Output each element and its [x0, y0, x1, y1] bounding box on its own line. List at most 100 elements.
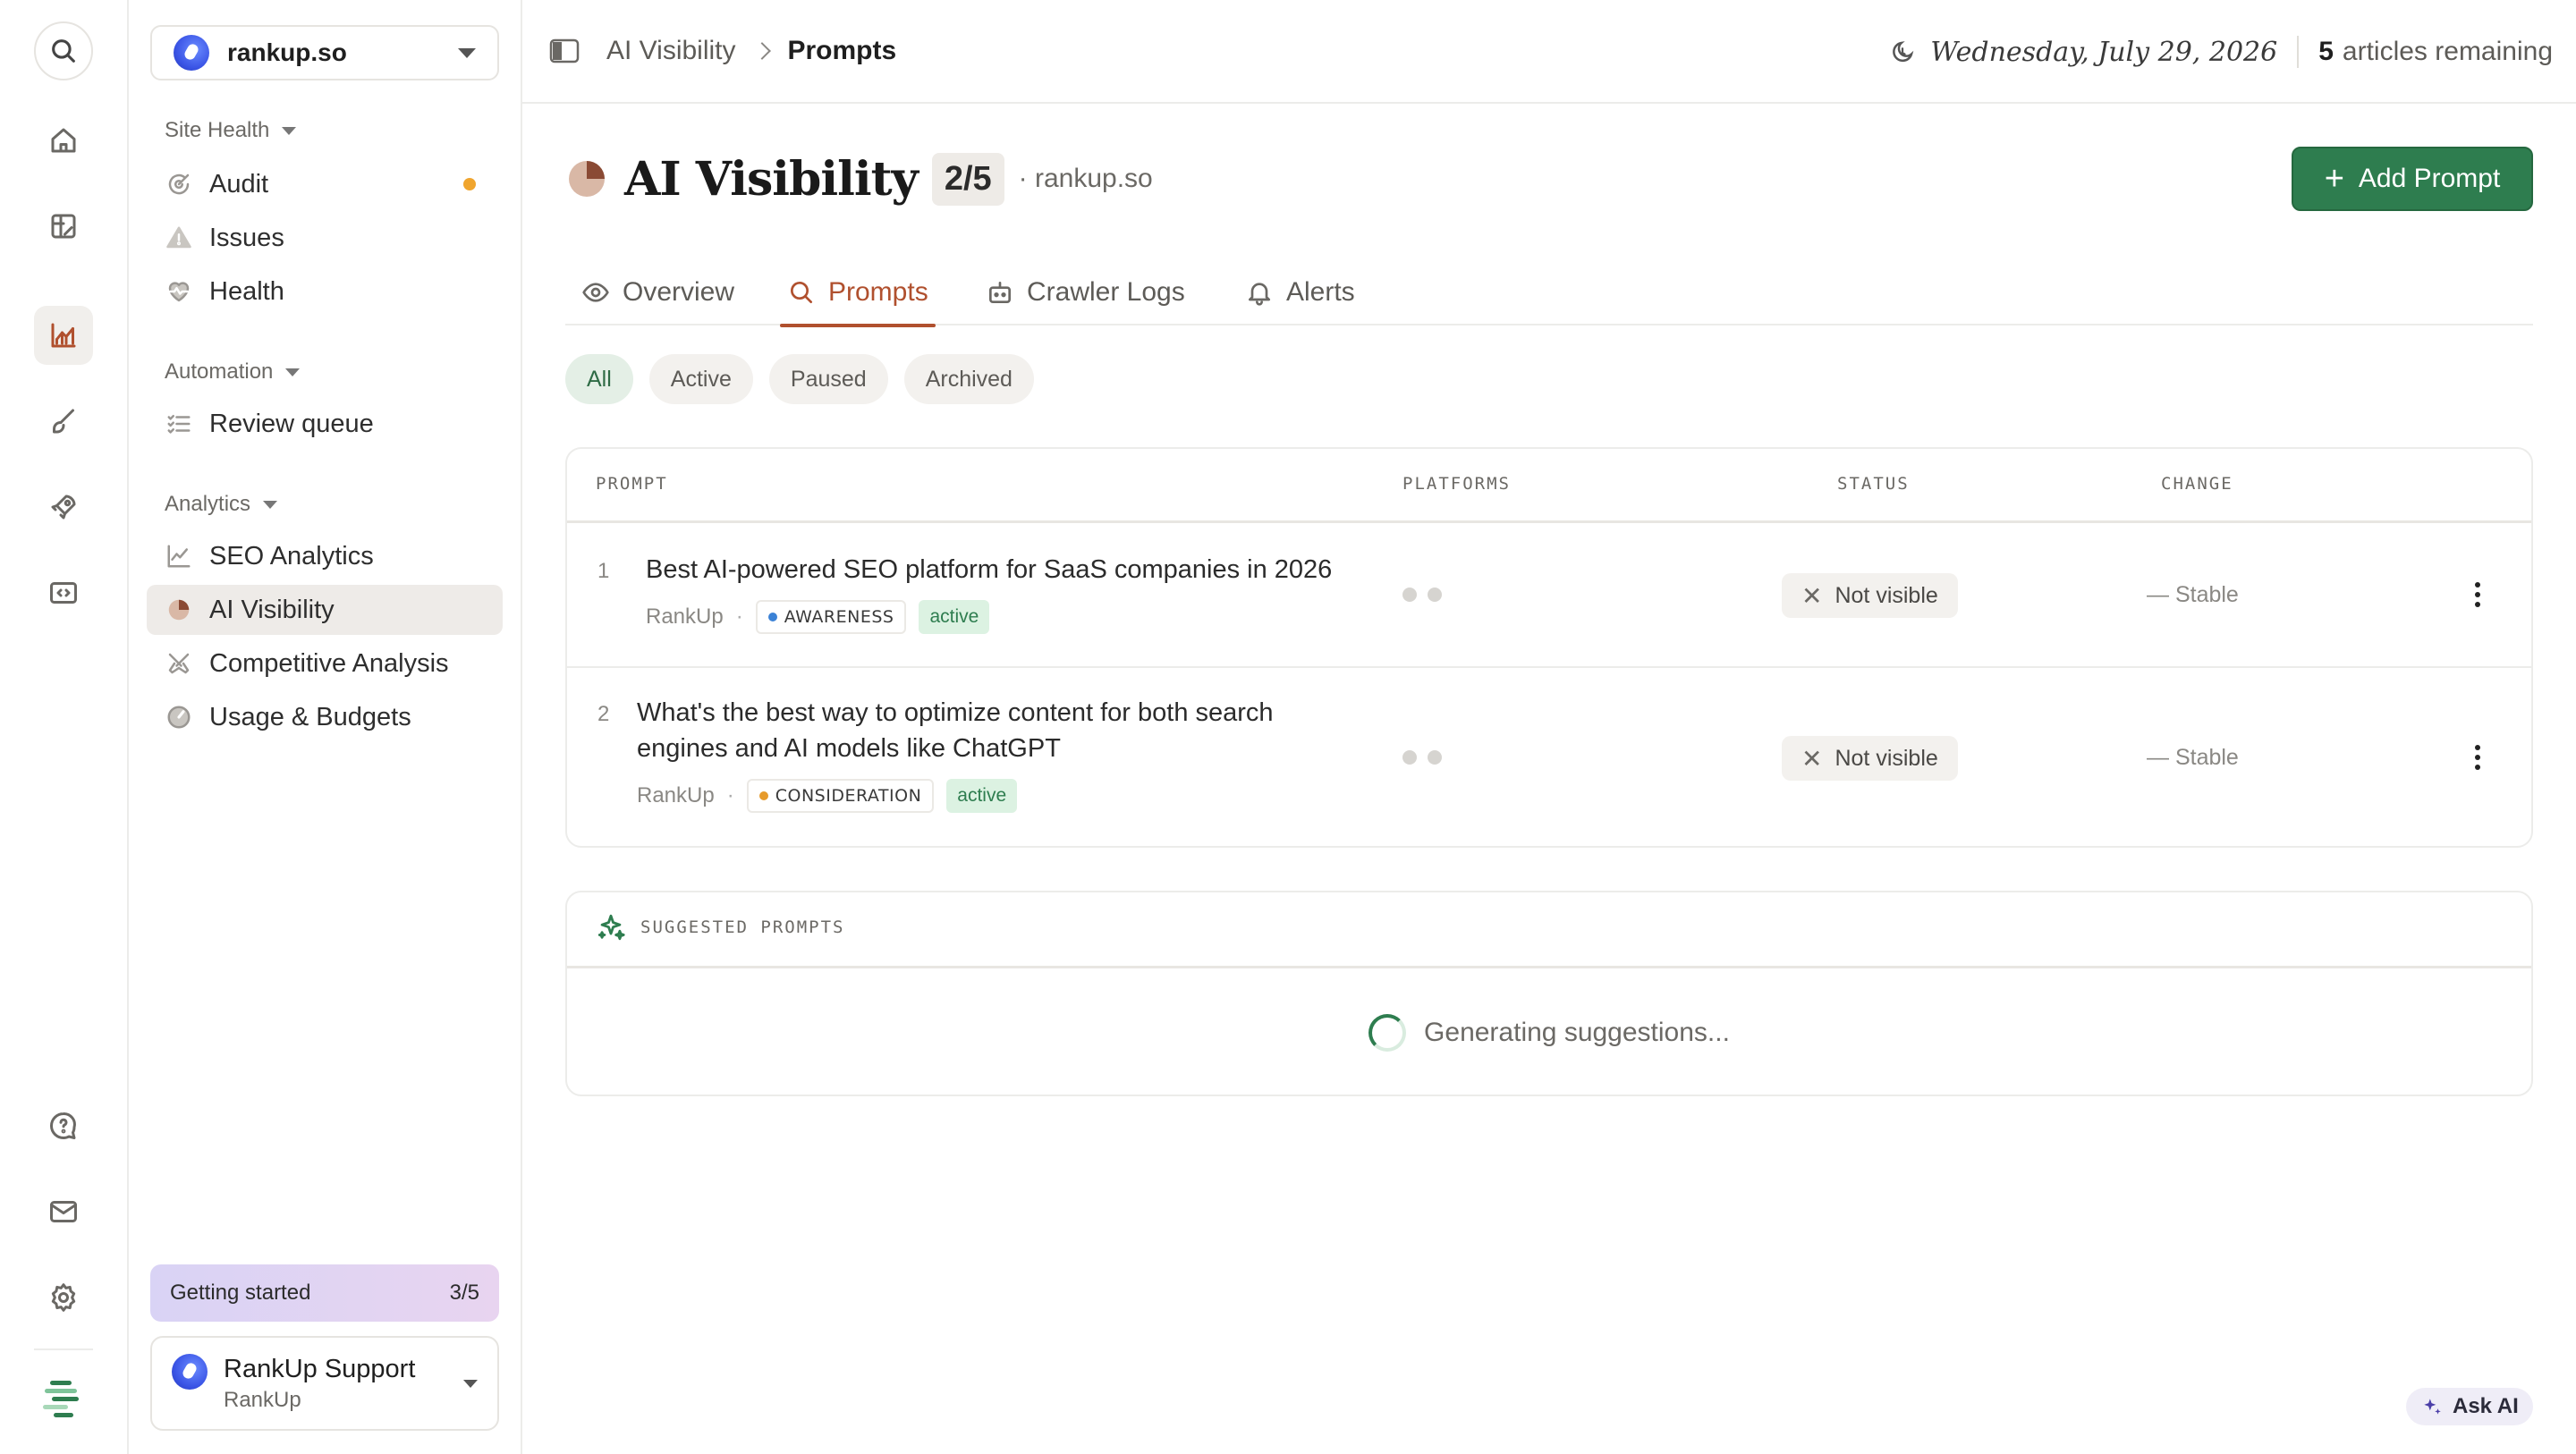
swords-icon — [165, 649, 193, 678]
pie-icon — [569, 161, 605, 197]
plus-icon: + — [2324, 160, 2344, 198]
eye-icon — [582, 283, 609, 302]
section-site-health[interactable]: Site Health — [165, 118, 297, 143]
sidebar-item-ai-visibility[interactable]: AI Visibility — [147, 585, 503, 635]
change-value: — Stable — [2147, 745, 2239, 770]
section-automation[interactable]: Automation — [165, 359, 301, 385]
close-icon: ✕ — [1801, 744, 1823, 773]
platform-dot — [1402, 588, 1417, 602]
funnel-stage-tag: CONSIDERATION — [746, 779, 935, 813]
gauge-icon — [165, 703, 193, 731]
articles-label: articles remaining — [2342, 37, 2553, 66]
rail-search-button[interactable] — [34, 21, 93, 80]
user-name: RankUp Support — [224, 1354, 416, 1383]
funnel-stage-tag: AWARENESS — [755, 600, 907, 634]
chevron-down-icon — [458, 47, 476, 58]
prompt-meta: RankUp · AWARENESS active — [646, 600, 990, 634]
content-icon — [51, 214, 76, 239]
rail-analytics-button[interactable] — [34, 306, 93, 365]
sidebar-item-label: Competitive Analysis — [209, 648, 449, 678]
stage-dot — [767, 613, 777, 621]
filter-paused[interactable]: Paused — [768, 354, 888, 404]
table-row[interactable]: 2 What's the best way to optimize conten… — [567, 668, 2531, 847]
rail-embed-button[interactable] — [34, 563, 93, 622]
sidebar-item-usage-budgets[interactable]: Usage & Budgets — [147, 692, 503, 742]
breadcrumb-item[interactable]: AI Visibility — [606, 36, 736, 66]
filter-archived[interactable]: Archived — [903, 354, 1034, 404]
stage-label: AWARENESS — [784, 607, 894, 627]
getting-started-card[interactable]: Getting started 3/5 — [150, 1264, 499, 1322]
row-menu-icon[interactable] — [2469, 577, 2487, 613]
site-logo — [174, 35, 209, 71]
chevron-down-icon — [263, 500, 278, 509]
platform-indicators — [1402, 588, 1442, 602]
rail-divider — [34, 1348, 93, 1350]
rail-mail-button[interactable] — [34, 1182, 93, 1241]
rail-help-button[interactable] — [34, 1096, 93, 1155]
prompt-quota-badge: 2/5 — [931, 152, 1004, 206]
robot-icon — [989, 282, 1011, 303]
suggested-prompts-panel: SUGGESTED PROMPTS Generating suggestions… — [565, 891, 2533, 1096]
platform-dot — [1428, 588, 1442, 602]
divider — [2297, 36, 2300, 68]
chevron-right-icon — [752, 42, 771, 60]
page-title: AI Visibility — [624, 151, 919, 207]
moon-clock-icon — [1893, 41, 1914, 63]
sidebar-item-competitive-analysis[interactable]: Competitive Analysis — [147, 638, 503, 689]
state-badge: active — [919, 600, 990, 634]
sidebar-item-seo-analytics[interactable]: SEO Analytics — [147, 531, 503, 581]
search-icon — [791, 282, 812, 303]
sparkles-icon — [2424, 1399, 2441, 1415]
rail-launch-button[interactable] — [34, 478, 93, 537]
line-chart-icon — [165, 542, 193, 571]
suggested-prompts-title: SUGGESTED PROMPTS — [640, 917, 845, 937]
table-row[interactable]: 1 Best AI-powered SEO platform for SaaS … — [567, 523, 2531, 666]
state-badge: active — [946, 779, 1018, 813]
pie-icon — [165, 596, 193, 624]
ask-ai-button[interactable]: Ask AI — [2406, 1388, 2533, 1425]
brand-label: RankUp — [637, 783, 715, 807]
sidebar-item-issues[interactable]: Issues — [147, 213, 503, 263]
sidebar-item-label: Review queue — [209, 409, 374, 438]
section-title: Site Health — [165, 118, 270, 142]
section-analytics[interactable]: Analytics — [165, 492, 278, 517]
sidebar-item-label: AI Visibility — [209, 595, 335, 624]
add-prompt-button[interactable]: + Add Prompt — [2292, 147, 2533, 211]
prompt-text: What's the best way to optimize content … — [637, 698, 1274, 763]
tab-crawler-logs[interactable]: Crawler Logs — [979, 259, 1192, 325]
row-menu-icon[interactable] — [2469, 740, 2487, 775]
site-switcher[interactable]: rankup.so — [150, 25, 499, 80]
stage-dot — [758, 791, 768, 800]
rail-content-button[interactable] — [34, 197, 93, 256]
sidebar-item-health[interactable]: Health — [147, 266, 503, 317]
tab-prompts[interactable]: Prompts — [780, 259, 936, 327]
row-number: 2 — [597, 702, 610, 726]
column-header-prompt: PROMPT — [596, 474, 668, 494]
rail-home-button[interactable] — [34, 111, 93, 170]
gear-icon — [51, 1283, 76, 1312]
tab-overview[interactable]: Overview — [574, 259, 741, 325]
sidebar-item-audit[interactable]: Audit — [147, 159, 503, 209]
sidebar-item-label: Health — [209, 276, 284, 306]
column-header-change: CHANGE — [2161, 474, 2233, 494]
rail-settings-button[interactable] — [34, 1268, 93, 1327]
sidebar-toggle-icon[interactable] — [549, 38, 580, 63]
close-icon: ✕ — [1801, 581, 1823, 610]
mail-icon — [50, 1201, 77, 1222]
sidebar-item-label: Issues — [209, 223, 284, 252]
rail-write-button[interactable] — [34, 392, 93, 451]
sidebar-item-review-queue[interactable]: Review queue — [147, 399, 503, 449]
app-logo — [41, 1377, 88, 1418]
filter-active[interactable]: Active — [648, 354, 753, 404]
chevron-down-icon — [463, 1379, 478, 1388]
rocket-icon — [51, 495, 76, 520]
section-title: Analytics — [165, 492, 251, 516]
search-icon — [52, 39, 75, 63]
icon-rail — [0, 0, 129, 1454]
help-chat-icon — [50, 1112, 76, 1139]
tab-alerts[interactable]: Alerts — [1238, 259, 1362, 325]
account-switcher[interactable]: RankUp Support RankUp — [150, 1336, 499, 1431]
separator: · — [735, 604, 743, 629]
tab-label: Prompts — [828, 277, 928, 307]
filter-all[interactable]: All — [565, 354, 633, 404]
